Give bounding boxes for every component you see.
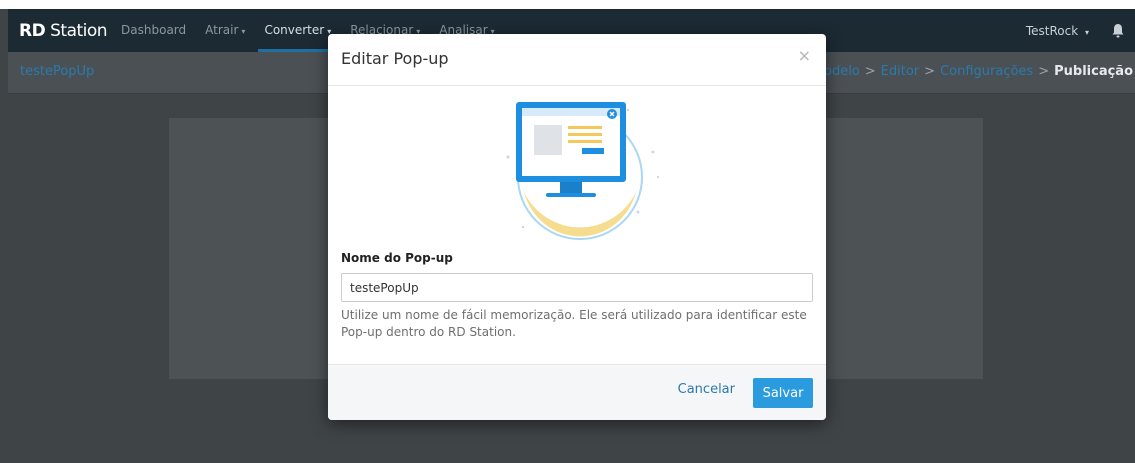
user-menu[interactable]: TestRock ▾ [1026, 24, 1089, 38]
page-name-link[interactable]: testePopUp [20, 64, 94, 79]
close-icon[interactable]: × [798, 46, 811, 65]
monitor-popup-illustration [506, 102, 660, 240]
brand-logo[interactable]: RD Station [19, 21, 108, 41]
step-separator: > [924, 64, 936, 79]
step-modelo[interactable]: odelo [824, 64, 860, 79]
popup-name-label: Nome do Pop-up [341, 251, 453, 265]
popup-name-help: Utilize um nome de fácil memorização. El… [341, 308, 807, 339]
cancel-button[interactable]: Cancelar [678, 382, 735, 397]
nav-item-atrair[interactable]: Atrair ▾ [205, 9, 245, 52]
edit-popup-modal: Editar Pop-up × Nome do Pop-up Utilize u… [328, 34, 826, 420]
step-editor[interactable]: Editor [881, 64, 919, 79]
step-separator: > [864, 64, 876, 79]
wizard-steps: odelo > Editor > Configurações > Publicação [824, 64, 1133, 79]
step-separator: > [1038, 64, 1050, 79]
save-button[interactable]: Salvar [753, 378, 813, 408]
nav-item-converter[interactable]: Converter ▾ [258, 9, 337, 52]
bell-icon[interactable] [1111, 23, 1125, 39]
modal-footer: Cancelar Salvar [328, 364, 826, 420]
nav-item-dashboard[interactable]: Dashboard [121, 9, 186, 52]
chevron-down-icon: ▾ [241, 27, 246, 36]
modal-header: Editar Pop-up × [328, 34, 826, 86]
step-configuracoes[interactable]: Configurações [940, 64, 1033, 79]
step-publicacao: Publicação [1054, 64, 1133, 79]
chevron-down-icon: ▾ [1084, 27, 1089, 37]
popup-name-input[interactable] [341, 273, 813, 302]
navbar-right: TestRock ▾ [1026, 23, 1135, 39]
window-top-strip [0, 0, 1135, 9]
modal-title: Editar Pop-up [341, 49, 449, 68]
